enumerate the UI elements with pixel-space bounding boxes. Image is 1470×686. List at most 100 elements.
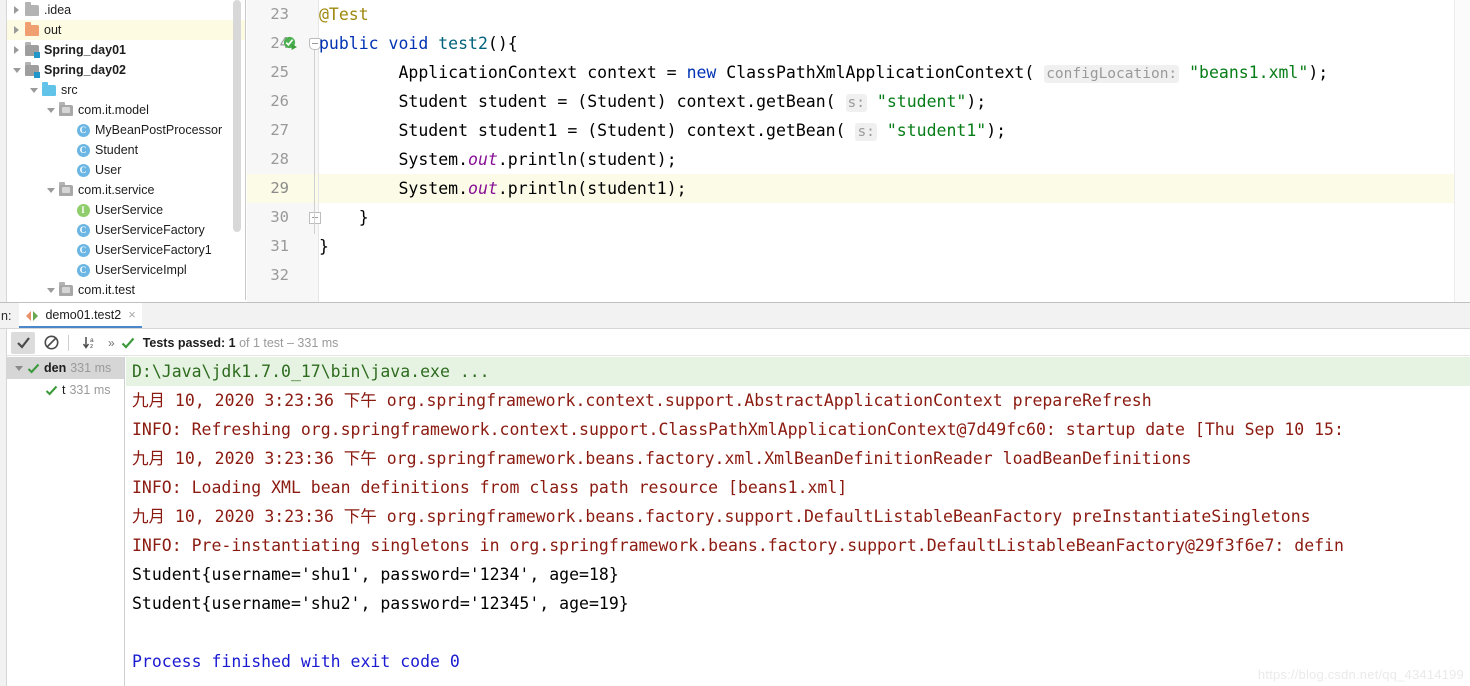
- chevron-down-icon[interactable]: [44, 180, 57, 200]
- run-tab-demo01-test2[interactable]: demo01.test2 ×: [19, 303, 142, 328]
- gutter-line-26[interactable]: 26: [247, 87, 318, 116]
- chevron-down-icon[interactable]: [11, 357, 27, 379]
- gutter-line-25[interactable]: 25: [247, 58, 318, 87]
- editor-marker-strip[interactable]: [1454, 0, 1470, 302]
- folder-icon: [23, 0, 41, 20]
- code-line-31: }: [319, 232, 1454, 261]
- editor-gutter[interactable]: 23 24 25 26 27 28 29 30 31 32: [247, 0, 321, 302]
- code-text: (){: [487, 34, 518, 53]
- chevron-right-icon[interactable]: [10, 20, 23, 40]
- gutter-line-29[interactable]: 29: [247, 174, 318, 203]
- field-out: out: [468, 179, 498, 198]
- chevron-right-icon[interactable]: [10, 0, 23, 20]
- console-line: INFO: Refreshing org.springframework.con…: [132, 420, 1344, 439]
- chevron-down-icon[interactable]: [27, 80, 40, 100]
- class-icon: C: [74, 220, 92, 240]
- chevron-down-icon[interactable]: [10, 60, 23, 80]
- keyword-public: public: [319, 34, 379, 53]
- test-tree-row[interactable]: t 331 ms: [7, 379, 124, 401]
- folder-blue-icon: [40, 80, 58, 100]
- tree-item--idea[interactable]: .idea: [7, 0, 245, 20]
- status-suffix: of 1 test – 331 ms: [239, 335, 339, 350]
- line-number: 31: [270, 237, 289, 255]
- tree-item-userserviceimpl[interactable]: C UserServiceImpl: [7, 260, 245, 280]
- test-tree-row[interactable]: den 331 ms: [7, 357, 124, 379]
- interface-icon: I: [74, 200, 92, 220]
- close-icon[interactable]: ×: [128, 308, 136, 321]
- sort-alphabetically-icon[interactable]: a z: [78, 332, 102, 354]
- code-text: ApplicationContext context =: [319, 63, 687, 82]
- status-prefix: Tests passed:: [142, 335, 226, 350]
- gutter-line-32[interactable]: 32: [247, 261, 318, 290]
- tree-item-src[interactable]: src: [7, 80, 245, 100]
- line-number: 32: [270, 266, 289, 284]
- param-hint-s: s:: [845, 94, 867, 112]
- gutter-line-24[interactable]: 24: [247, 29, 321, 58]
- tree-item-label: Student: [95, 143, 139, 157]
- tree-item-userservicefactory1[interactable]: C UserServiceFactory1: [7, 240, 245, 260]
- code-editor[interactable]: 23 24 25 26 27 28 29 30 31 32 @Test public void t…: [247, 0, 1470, 302]
- tree-item-user[interactable]: C User: [7, 160, 245, 180]
- console-output[interactable]: D:\Java\jdk1.7.0_17\bin\java.exe ... 九月 1…: [126, 357, 1470, 686]
- tree-item-label: com.it.test: [78, 283, 135, 297]
- test-passed-icon: [27, 362, 40, 375]
- show-ignored-button[interactable]: [39, 332, 63, 354]
- tree-item-label: Spring_day02: [44, 63, 126, 77]
- console-line: 九月 10, 2020 3:23:36 下午 org.springframewo…: [132, 507, 1311, 526]
- string-literal: "student": [876, 92, 967, 111]
- code-line-28: System.out.println(student);: [319, 145, 1454, 174]
- gutter-line-30[interactable]: 30: [247, 203, 321, 232]
- tree-item-label: .idea: [44, 3, 72, 17]
- gutter-line-28[interactable]: 28: [247, 145, 318, 174]
- run-test-gutter-icon[interactable]: [283, 36, 298, 51]
- tree-item-userservicefactory[interactable]: C UserServiceFactory: [7, 220, 245, 240]
- tree-item-com-it-service[interactable]: com.it.service: [7, 180, 245, 200]
- gutter-line-27[interactable]: 27: [247, 116, 318, 145]
- tree-item-spring-day01[interactable]: Spring_day01: [7, 40, 245, 60]
- line-number: 27: [270, 121, 289, 139]
- tree-item-label: src: [61, 83, 78, 97]
- show-passed-button[interactable]: [11, 331, 35, 354]
- chevron-down-icon[interactable]: [44, 100, 57, 120]
- code-text: );: [966, 92, 987, 111]
- tree-item-mybeanpostprocessor[interactable]: C MyBeanPostProcessor: [7, 120, 245, 140]
- tree-item-out[interactable]: out: [7, 20, 245, 40]
- console-line: 九月 10, 2020 3:23:36 下午 org.springframewo…: [132, 449, 1192, 468]
- console-line: D:\Java\jdk1.7.0_17\bin\java.exe ...: [126, 357, 1470, 386]
- more-options-icon[interactable]: »: [108, 336, 115, 350]
- test-results-tree[interactable]: den 331 ms t 331 ms: [7, 357, 125, 686]
- editor-code-area[interactable]: @Test public void test2(){ ApplicationCo…: [319, 0, 1454, 302]
- chevron-down-icon[interactable]: [44, 280, 57, 300]
- tree-item-label: out: [44, 23, 62, 37]
- code-text: .println(student);: [497, 150, 677, 169]
- test-duration: 331 ms: [69, 383, 111, 397]
- gutter-line-23[interactable]: 23: [247, 0, 318, 29]
- folder-package-icon: [57, 100, 75, 120]
- project-tree-scrollbar[interactable]: [233, 0, 241, 232]
- gutter-line-31[interactable]: 31: [247, 232, 318, 261]
- project-tree-panel[interactable]: .idea out Spring_day01 Spring_day02src com.i…: [7, 0, 246, 300]
- tree-item-label: UserServiceFactory1: [95, 243, 212, 257]
- code-text: Student student = (Student) context.getB…: [319, 92, 846, 111]
- tree-item-com-it-model[interactable]: com.it.model: [7, 100, 245, 120]
- tree-item-userservice[interactable]: I UserService: [7, 200, 245, 220]
- chevron-right-icon[interactable]: [10, 40, 23, 60]
- folder-package-icon: [57, 180, 75, 200]
- test-duration: 331 ms: [70, 361, 112, 375]
- folder-module-icon: [23, 60, 41, 80]
- tree-item-student[interactable]: C Student: [7, 140, 245, 160]
- run-tab-bar: n: demo01.test2 ×: [0, 303, 1470, 329]
- code-line-25: ApplicationContext context = new ClassPa…: [319, 58, 1454, 87]
- test-annotation: @Test: [319, 5, 369, 24]
- tree-item-com-it-test[interactable]: com.it.test: [7, 280, 245, 300]
- code-text: Student student1 = (Student) context.get…: [319, 121, 856, 140]
- console-line: 九月 10, 2020 3:23:36 下午 org.springframewo…: [132, 391, 1152, 410]
- code-text: ClassPathXmlApplicationContext(: [716, 63, 1045, 82]
- tree-item-spring-day02[interactable]: Spring_day02: [7, 60, 245, 80]
- idea-window: .idea out Spring_day01 Spring_day02src com.i…: [0, 0, 1470, 686]
- top-area: .idea out Spring_day01 Spring_day02src com.i…: [0, 0, 1470, 302]
